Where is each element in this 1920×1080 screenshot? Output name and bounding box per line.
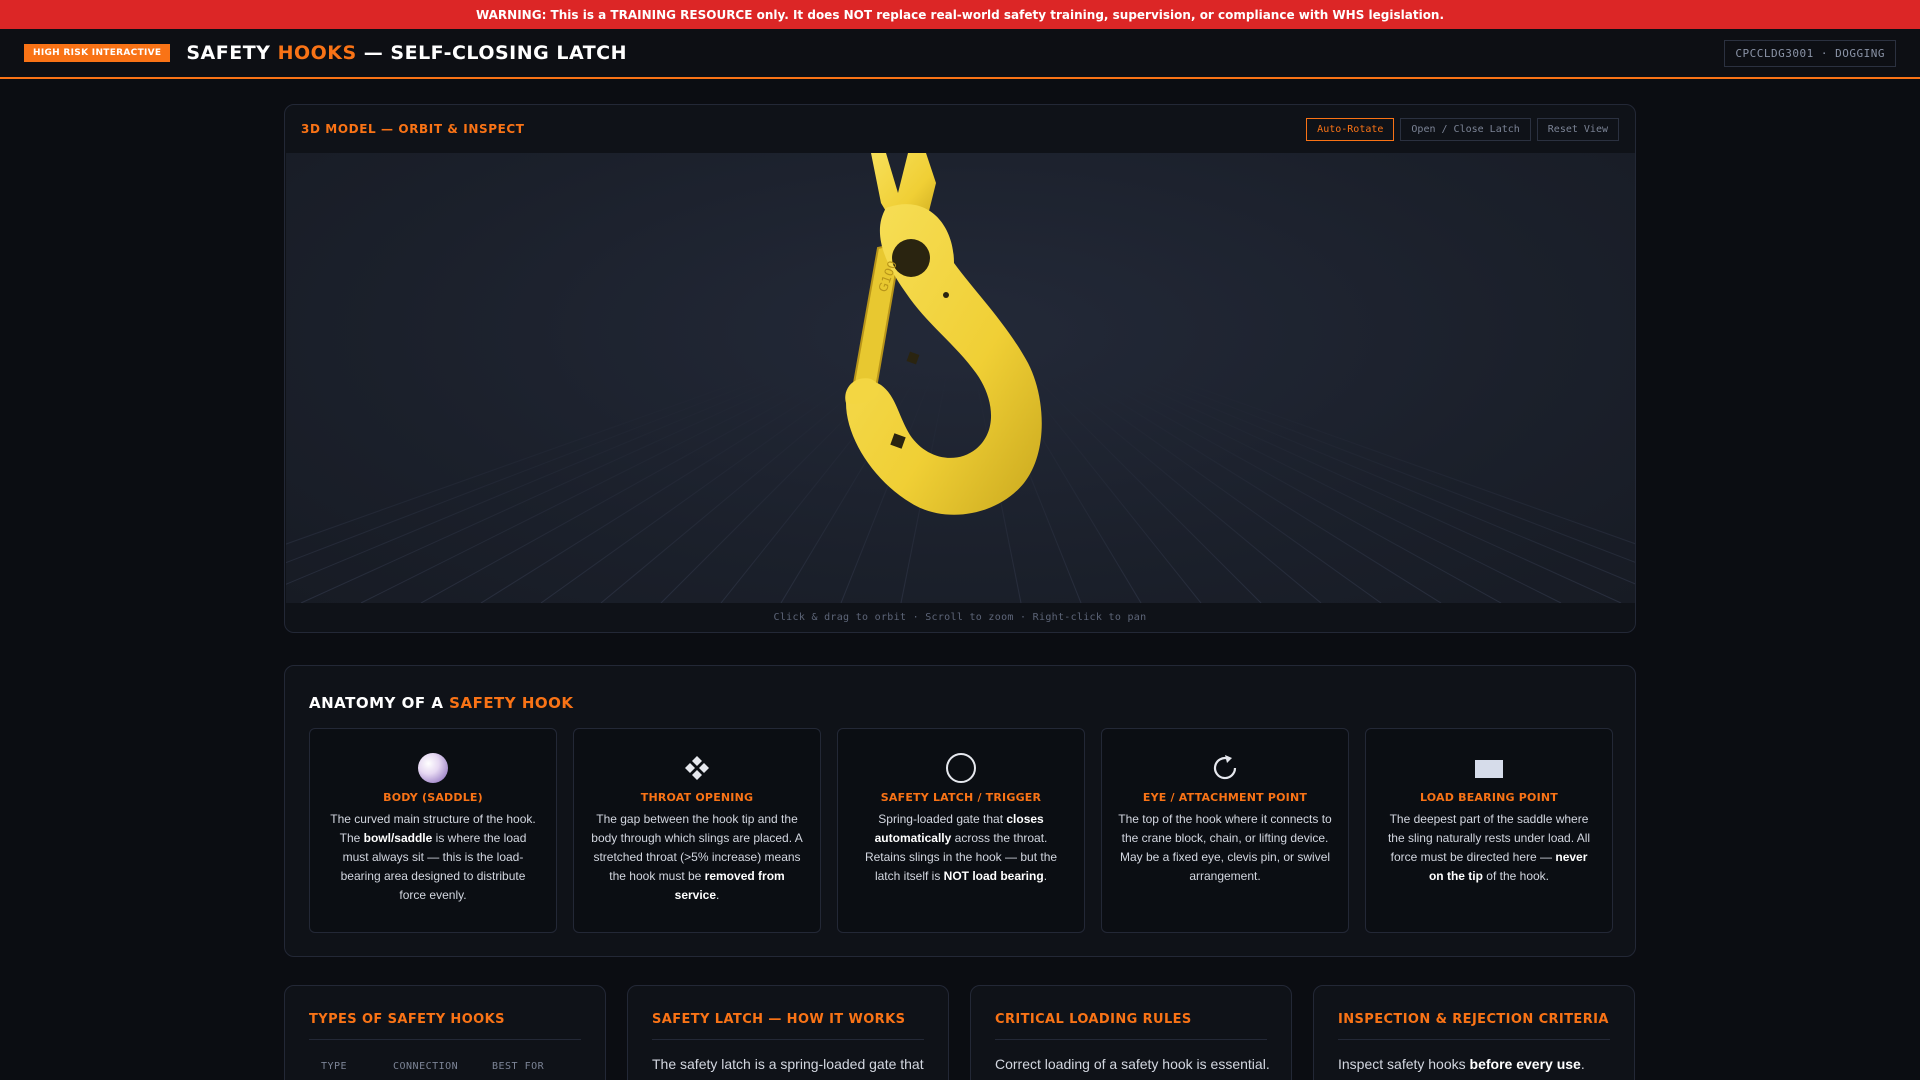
viewer-header: 3D MODEL — ORBIT & INSPECT Auto-Rotate O… [285, 105, 1635, 153]
anatomy-panel: ANATOMY OF A SAFETY HOOK BODY (SADDLE) T… [284, 665, 1636, 957]
card-title: BODY (SADDLE) [383, 791, 483, 804]
circle-icon [854, 751, 1068, 785]
card-body-saddle[interactable]: BODY (SADDLE) The curved main structure … [309, 728, 557, 933]
card-description: The deepest part of the saddle where the… [1387, 812, 1591, 883]
card-throat-opening[interactable]: THROAT OPENING The gap between the hook … [573, 728, 821, 933]
diamond-cluster-icon [590, 751, 804, 785]
inspection-title: INSPECTION & REJECTION CRITERIA [1338, 1012, 1610, 1040]
latch-pivot [892, 239, 930, 277]
card-safety-latch[interactable]: SAFETY LATCH / TRIGGER Spring-loaded gat… [837, 728, 1085, 933]
page-title: SAFETY HOOKS — SELF-CLOSING LATCH [186, 42, 627, 64]
types-panel: TYPES OF SAFETY HOOKS TYPE CONNECTION BE… [284, 985, 606, 1080]
high-risk-badge: HIGH RISK INTERACTIVE [24, 44, 171, 62]
card-eye-attachment[interactable]: EYE / ATTACHMENT POINT The top of the ho… [1101, 728, 1349, 933]
safety-hook-model[interactable]: G100 [286, 153, 1636, 603]
card-title: SAFETY LATCH / TRIGGER [880, 791, 1042, 804]
column-header: CONNECTION [393, 1061, 459, 1072]
anatomy-cards: BODY (SADDLE) The curved main structure … [309, 728, 1613, 933]
sphere-icon [326, 751, 540, 785]
latch-panel: SAFETY LATCH — HOW IT WORKS The safety l… [627, 985, 949, 1080]
latch-text: The safety latch is a spring-loaded gate… [652, 1056, 924, 1072]
loading-rules-title: CRITICAL LOADING RULES [995, 1012, 1267, 1040]
anatomy-title: ANATOMY OF A SAFETY HOOK [309, 694, 574, 712]
types-table-header: TYPE CONNECTION BEST FOR [321, 1061, 544, 1072]
viewer-controls: Auto-Rotate Open / Close Latch Reset Vie… [1306, 117, 1619, 141]
warning-banner: WARNING: This is a TRAINING RESOURCE onl… [0, 0, 1920, 29]
card-title: THROAT OPENING [640, 791, 754, 804]
wear-mark [906, 351, 920, 365]
rectangle-icon [1382, 751, 1596, 785]
toggle-latch-button[interactable]: Open / Close Latch [1400, 117, 1531, 141]
card-description: The gap between the hook tip and the bod… [591, 812, 803, 902]
reset-view-button[interactable]: Reset View [1536, 117, 1619, 141]
auto-rotate-button[interactable]: Auto-Rotate [1306, 117, 1395, 141]
card-description: Spring-loaded gate that closes automatic… [864, 812, 1058, 883]
rotate-icon [1118, 751, 1332, 785]
types-title: TYPES OF SAFETY HOOKS [309, 1012, 581, 1040]
loading-rules-text: Correct loading of a safety hook is esse… [995, 1056, 1270, 1072]
viewer-hint: Click & drag to orbit · Scroll to zoom ·… [773, 611, 1147, 623]
course-code-badge: CPCCLDG3001 · DOGGING [1724, 39, 1896, 67]
inspection-panel: INSPECTION & REJECTION CRITERIA Inspect … [1313, 985, 1635, 1080]
inspection-text: Inspect safety hooks before every use. [1338, 1056, 1585, 1072]
3d-canvas[interactable]: G100 [286, 153, 1636, 603]
top-bar: HIGH RISK INTERACTIVE SAFETY HOOKS — SEL… [0, 29, 1920, 79]
warning-text: WARNING: This is a TRAINING RESOURCE onl… [475, 7, 1445, 22]
latch-title: SAFETY LATCH — HOW IT WORKS [652, 1012, 924, 1040]
card-title: LOAD BEARING POINT [1419, 791, 1558, 804]
column-header: BEST FOR [492, 1061, 545, 1072]
card-title: EYE / ATTACHMENT POINT [1142, 791, 1308, 804]
card-description: The top of the hook where it connects to… [1118, 812, 1332, 883]
loading-rules-panel: CRITICAL LOADING RULES Correct loading o… [970, 985, 1292, 1080]
column-header: TYPE [321, 1061, 348, 1072]
card-load-bearing-point[interactable]: LOAD BEARING POINT The deepest part of t… [1365, 728, 1613, 933]
card-description: The curved main structure of the hook. T… [330, 812, 536, 902]
viewer-title: 3D MODEL — ORBIT & INSPECT [301, 122, 525, 136]
model-viewer-panel: 3D MODEL — ORBIT & INSPECT Auto-Rotate O… [284, 104, 1636, 633]
